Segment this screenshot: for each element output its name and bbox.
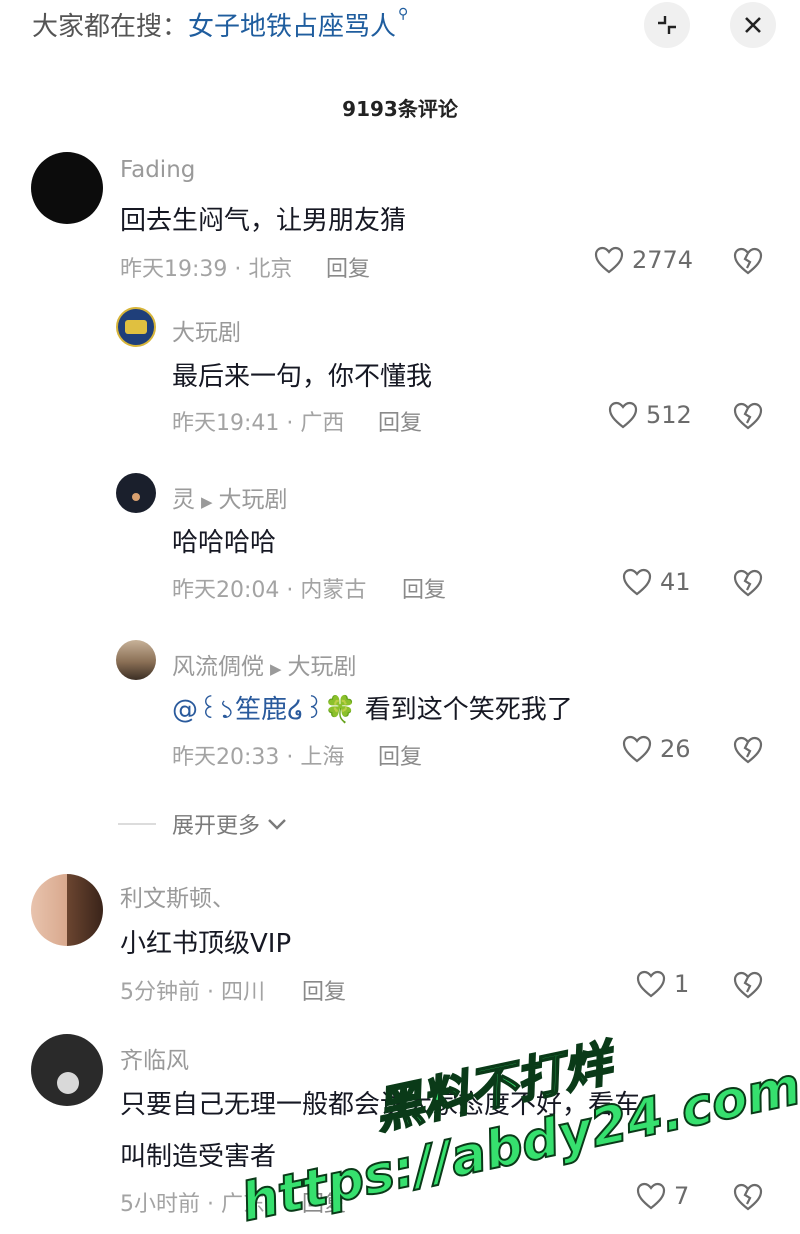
expand-more-label: 展开更多 [172,814,261,839]
avatar[interactable] [116,473,156,513]
heart-icon [594,246,624,274]
reply-button[interactable]: 回复 [302,974,346,1006]
avatar[interactable] [31,1034,103,1106]
dislike-button[interactable] [733,247,763,279]
reply-button[interactable]: 回复 [402,572,446,604]
like-button[interactable]: 26 [622,735,691,763]
dislike-button[interactable] [733,736,763,768]
comment-meta: 昨天19:41 · 广西 [172,411,345,436]
hand-icon [132,493,140,501]
broken-heart-icon [733,736,763,764]
divider [118,823,156,825]
mention-link[interactable]: @꒰১笙鹿໒꒱🍀 [172,695,357,725]
comment-author[interactable]: 齐临风 [120,1041,189,1075]
heart-icon [636,1182,666,1210]
heart-icon [636,970,666,998]
like-count: 1 [674,970,690,998]
comment-text: 哈哈哈哈 [172,528,277,558]
reply-to-name: 大玩剧 [287,654,357,680]
comment-meta: 昨天20:04 · 内蒙古 [172,578,367,603]
avatar[interactable] [116,640,156,680]
comment-author[interactable]: 大玩剧 [172,313,241,347]
broken-heart-icon [733,247,763,275]
comment-meta: 5分钟前 · 四川 [120,980,265,1005]
reply-to-name: 大玩剧 [218,487,288,513]
comment-meta: 昨天19:39 · 北京 [120,257,293,282]
comment-author[interactable]: Fading [120,157,195,183]
cat-icon [57,1072,79,1094]
heart-icon [622,568,652,596]
comment-count: 9193条评论 [342,97,458,121]
author-name: 灵 [172,487,195,513]
dislike-button[interactable] [733,1183,763,1215]
dislike-button[interactable] [733,971,763,1003]
comment-meta: 昨天20:33 · 上海 [172,745,345,770]
reply-arrow-icon: ▶ [270,660,282,678]
heart-icon [608,401,638,429]
reply-button[interactable]: 回复 [378,739,422,771]
comment-text: 回去生闷气，让男朋友猜 [120,206,407,236]
minimize-icon [658,16,676,34]
avatar[interactable] [31,874,103,946]
like-count: 7 [674,1182,690,1210]
logo-icon [125,320,147,334]
search-suggestion[interactable]: 大家都在搜：女子地铁占座骂人 ⚲ [32,6,408,43]
comment-text: 小红书顶级VIP [120,929,292,959]
dislike-button[interactable] [733,569,763,601]
search-keyword[interactable]: 女子地铁占座骂人 [188,12,396,42]
close-icon [745,17,761,33]
author-name: 风流倜傥 [172,654,264,680]
close-button[interactable] [730,2,776,48]
heart-icon [622,735,652,763]
comment-text: @꒰১笙鹿໒꒱🍀 看到这个笑死我了 [172,689,573,733]
like-count: 512 [646,401,692,429]
like-button[interactable]: 1 [636,970,689,998]
search-prefix: 大家都在搜： [32,12,189,42]
comment-author[interactable]: 风流倜傥 ▶ 大玩剧 [172,647,357,681]
reply-button[interactable]: 回复 [326,251,370,283]
like-count: 26 [660,735,691,763]
avatar[interactable] [116,307,156,347]
like-button[interactable]: 41 [622,568,691,596]
search-icon: ⚲ [398,6,409,22]
top-bar: 大家都在搜：女子地铁占座骂人 ⚲ [0,0,800,60]
reply-button[interactable]: 回复 [378,405,422,437]
comment-text: 最后来一句，你不懂我 [172,362,433,392]
broken-heart-icon [733,402,763,430]
broken-heart-icon [733,569,763,597]
like-count: 41 [660,568,691,596]
broken-heart-icon [733,971,763,999]
comment-author[interactable]: 利文斯顿、 [120,879,235,913]
like-button[interactable]: 7 [636,1182,689,1210]
reply-arrow-icon: ▶ [201,493,213,511]
avatar[interactable] [31,152,103,224]
broken-heart-icon [733,1183,763,1211]
comment-author[interactable]: 灵 ▶ 大玩剧 [172,480,288,514]
expand-more-button[interactable]: 展开更多 [118,808,288,840]
minimize-button[interactable] [644,2,690,48]
comment-text-line2: 叫制造受害者 [120,1142,277,1172]
like-button[interactable]: 2774 [594,246,693,274]
like-count: 2774 [632,246,694,274]
like-button[interactable]: 512 [608,401,692,429]
dislike-button[interactable] [733,402,763,434]
chevron-down-icon [268,819,286,830]
comment-text-body: 看到这个笑死我了 [356,695,573,725]
